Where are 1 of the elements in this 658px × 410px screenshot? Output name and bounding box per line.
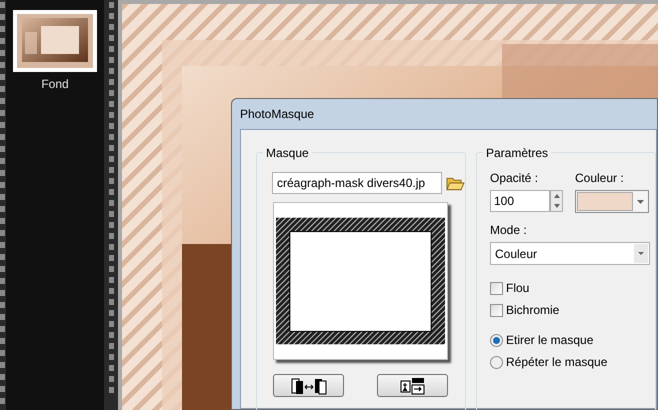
layer-name: Fond: [41, 76, 69, 93]
